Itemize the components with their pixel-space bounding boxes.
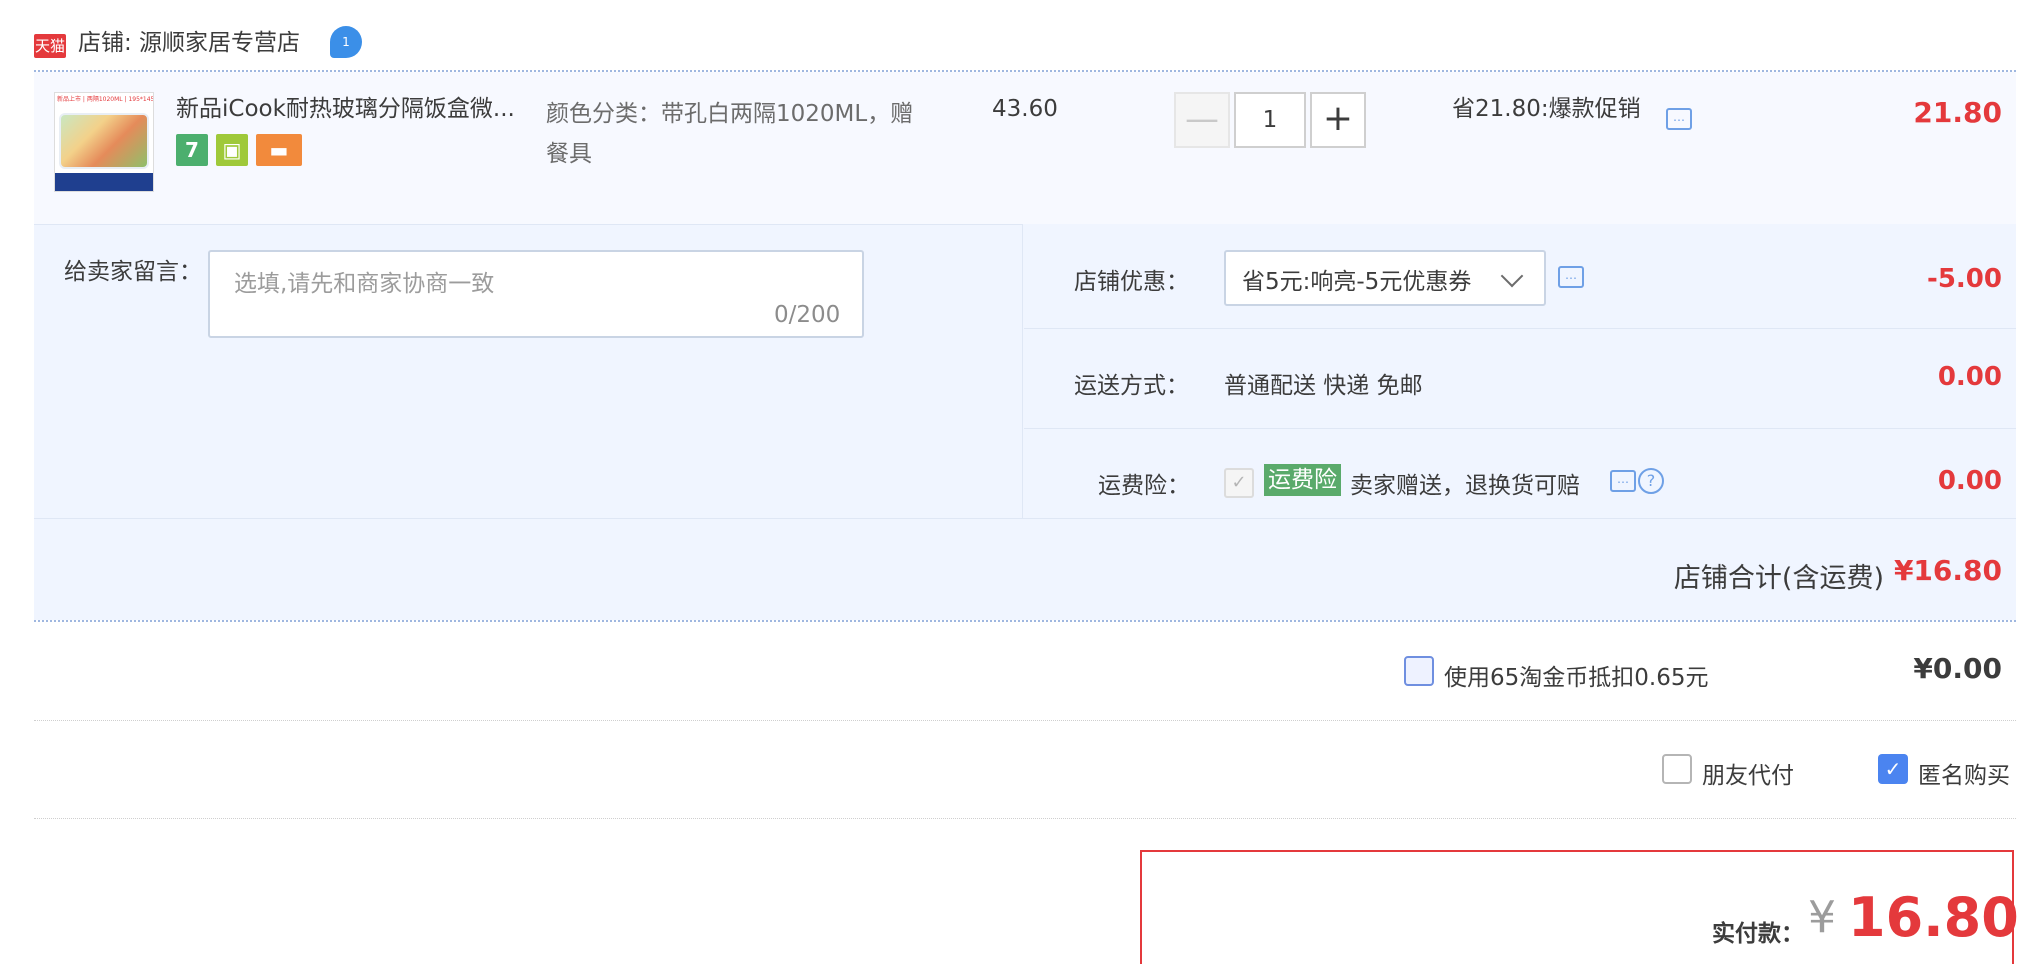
- divider: [34, 518, 2016, 519]
- quantity-increase-button[interactable]: +: [1310, 92, 1366, 148]
- seven-day-return-icon[interactable]: 7: [176, 134, 208, 166]
- taobao-coins-label[interactable]: 使用65淘金币抵扣0.65元: [1444, 658, 1708, 692]
- shipping-method-label: 运送方式：: [1074, 373, 1189, 399]
- shop-name[interactable]: 店铺: 源顺家居专营店: [78, 28, 300, 58]
- shop-total-amount: ¥16.80: [1893, 554, 2002, 587]
- tmall-logo-icon: 天猫: [34, 34, 66, 58]
- currency-symbol: ¥: [1808, 892, 1836, 943]
- shop-discount-amount: -5.00: [1927, 264, 2002, 294]
- divider: [34, 720, 2016, 721]
- product-title[interactable]: 新品iCook耐热玻璃分隔饭盒微...: [176, 94, 515, 124]
- friend-pay-checkbox[interactable]: [1662, 754, 1692, 784]
- quantity-input[interactable]: 1: [1234, 92, 1306, 148]
- sku-attributes: 颜色分类：带孔白两隔1020ML，赠餐具: [546, 101, 914, 167]
- insurance-description: 卖家赠送，退换货可赔: [1350, 473, 1580, 499]
- shipping-insurance-label: 运费险：: [1098, 473, 1190, 499]
- bag-icon[interactable]: ▣: [216, 134, 248, 166]
- shop-header: 天猫 店铺: 源顺家居专营店 1: [0, 0, 2036, 72]
- message-char-count: 0/200: [774, 302, 841, 328]
- divider: [34, 620, 2016, 622]
- taobao-coins-amount: ¥0.00: [1913, 652, 2002, 685]
- promotion-text: 省21.80:爆款促销: [1452, 96, 1641, 122]
- help-icon[interactable]: ?: [1638, 468, 1664, 494]
- unit-price: 43.60: [992, 96, 1058, 122]
- card-icon[interactable]: ▬: [256, 134, 302, 166]
- comment-icon[interactable]: …: [1610, 470, 1636, 492]
- thumbnail-footer: [55, 173, 153, 191]
- wangwang-chat-icon[interactable]: 1: [330, 26, 362, 58]
- seller-message-placeholder: 选填,请先和商家协商一致: [234, 271, 495, 297]
- divider: [34, 818, 2016, 819]
- insurance-amount: 0.00: [1937, 466, 2002, 496]
- anonymous-purchase-checkbox[interactable]: ✓: [1878, 754, 1908, 784]
- insurance-checkbox[interactable]: ✓: [1224, 468, 1254, 498]
- taobao-coins-checkbox[interactable]: [1404, 656, 1434, 686]
- shop-discount-label: 店铺优惠：: [1074, 269, 1189, 295]
- product-thumbnail[interactable]: 新品上市 | 两隔1020ML | 195*145*62mm: [54, 92, 154, 192]
- actual-payment-amount: 16.80: [1848, 886, 2019, 949]
- actual-payment-label: 实付款：: [1712, 921, 1804, 947]
- shop-total-label: 店铺合计(含运费): [1673, 563, 1884, 594]
- item-subtotal: 21.80: [1913, 96, 2002, 129]
- insurance-tag: 运费险: [1264, 464, 1341, 496]
- shipping-method-value: 普通配送 快递 免邮: [1224, 373, 1423, 399]
- thumbnail-caption: 新品上市 | 两隔1020ML | 195*145*62mm: [55, 93, 153, 107]
- divider: [1024, 328, 2016, 329]
- anonymous-purchase-label[interactable]: 匿名购买: [1918, 756, 2010, 790]
- comment-icon[interactable]: …: [1558, 266, 1584, 288]
- divider: [1024, 428, 2016, 429]
- seller-message-label: 给卖家留言：: [64, 259, 202, 285]
- comment-icon[interactable]: …: [1666, 108, 1692, 130]
- friend-pay-label[interactable]: 朋友代付: [1702, 756, 1794, 790]
- coupon-selected-value: 省5元:响亮-5元优惠券: [1242, 269, 1472, 295]
- product-image: [59, 113, 149, 169]
- shipping-amount: 0.00: [1937, 362, 2002, 392]
- quantity-decrease-button[interactable]: —: [1174, 92, 1230, 148]
